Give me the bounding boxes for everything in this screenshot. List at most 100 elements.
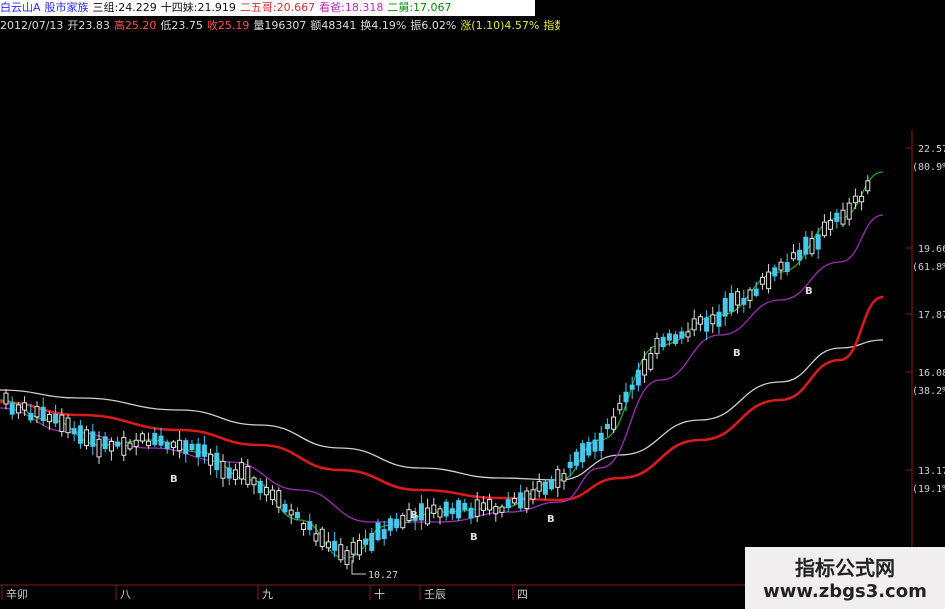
axis-pct-label: (38.2%) [912,386,945,397]
quote-field: 开23.83 [67,19,110,32]
candle-body [102,436,108,450]
candle-body [263,487,269,496]
quote-field: 振6.02% [410,19,457,32]
candle-body [629,384,635,390]
candle-body [158,435,164,446]
candle-body [344,550,350,566]
annotations: 10.27 B B B B B B [170,286,813,581]
candle-body [536,481,542,492]
candle-body [183,440,189,455]
candle-body [133,439,139,447]
candle-body [567,461,573,469]
quote-field: 换4.19% [360,19,407,32]
candle-body [307,521,313,531]
chart-frame [0,130,913,600]
candle-body [319,528,325,547]
candle-body [797,249,803,261]
axis-tick-label: 13.17 [918,466,945,477]
candle-body [437,508,443,518]
candle-body [704,317,710,332]
candle-body [809,238,815,255]
candle-body [766,271,772,290]
candle-body [276,490,282,508]
candle-body [127,442,133,450]
candle-body [803,236,809,255]
time-label: 八 [120,588,131,601]
candle-body [9,402,15,415]
quote-field: 高25.20 [113,19,157,32]
candle-body [363,538,369,545]
candle-body [710,314,716,325]
candle-body [735,291,741,306]
candle-body [59,414,65,432]
candle-body [859,195,865,203]
candle-body [499,506,505,513]
buy-signal-marker: B [547,514,555,525]
candle-body [381,529,387,539]
watermark: 指标公式网 www.zbgs3.com [745,547,945,609]
candle-body [505,499,511,509]
header-field: 白云山A [0,1,41,14]
candle-body [778,261,784,271]
quote-header-line2: 2012/07/13 开23.83 高25.20 低23.75 收25.19 量19630… [0,18,560,34]
candle-body [195,443,201,458]
candle-body [617,402,623,411]
candle-body [772,267,778,277]
candle-body [40,406,46,422]
low-price-label: 10.27 [368,570,398,581]
candle-body [431,504,437,514]
candle-body [592,439,598,452]
candle-body [666,333,672,341]
time-label: 辛卯 [6,587,28,601]
candle-body [121,436,127,456]
candle-body [759,276,765,285]
axis-pct-label: (19.1%) [912,484,945,495]
candle-body [449,508,455,515]
candle-body [356,540,362,556]
candle-body [375,522,381,540]
candle-body [90,431,96,447]
buy-signal-marker: B [805,286,813,297]
candle-body [239,462,245,480]
candle-body [530,489,536,500]
candle-body [201,444,207,457]
candle-body [691,318,697,331]
candle-body [22,402,28,411]
candle-body [815,234,821,250]
candle-body [524,490,530,510]
header-field: 股市家族 [44,1,89,14]
candle-body [468,507,474,519]
time-axis: 辛卯 八 九 十 壬辰 四 [1,585,528,601]
moving-averages [0,171,884,559]
quote-field: 量196307 [253,19,307,32]
candle-body [728,293,734,312]
candle-body [226,467,232,479]
candle-body [642,359,648,376]
candle-body [394,518,400,529]
candle-body [251,477,257,486]
axis-pct-label: (61.8%) [912,262,945,273]
header-field: 十四妹:21.919 [160,1,236,14]
candle-body [71,428,77,435]
buy-signal-marker: B [410,510,418,521]
header-field: 看爸:18.318 [319,1,384,14]
candle-body [257,480,263,494]
candle-body [518,492,524,509]
candle-body [852,195,858,204]
candle-body [325,541,331,549]
candle-body [288,509,294,516]
candle-body [96,438,102,458]
time-label: 壬辰 [424,588,446,601]
candle-body [338,544,344,561]
candle-body [790,252,796,260]
quote-field: 收25.19 [206,19,250,32]
candle-body [598,432,604,452]
candle-body [654,337,660,354]
candle-body [65,417,71,434]
candle-body [177,439,183,452]
candle-body [245,465,251,485]
candle-body [53,413,59,424]
candle-body [456,500,462,519]
time-label: 九 [262,588,273,601]
candle-body [34,406,40,418]
